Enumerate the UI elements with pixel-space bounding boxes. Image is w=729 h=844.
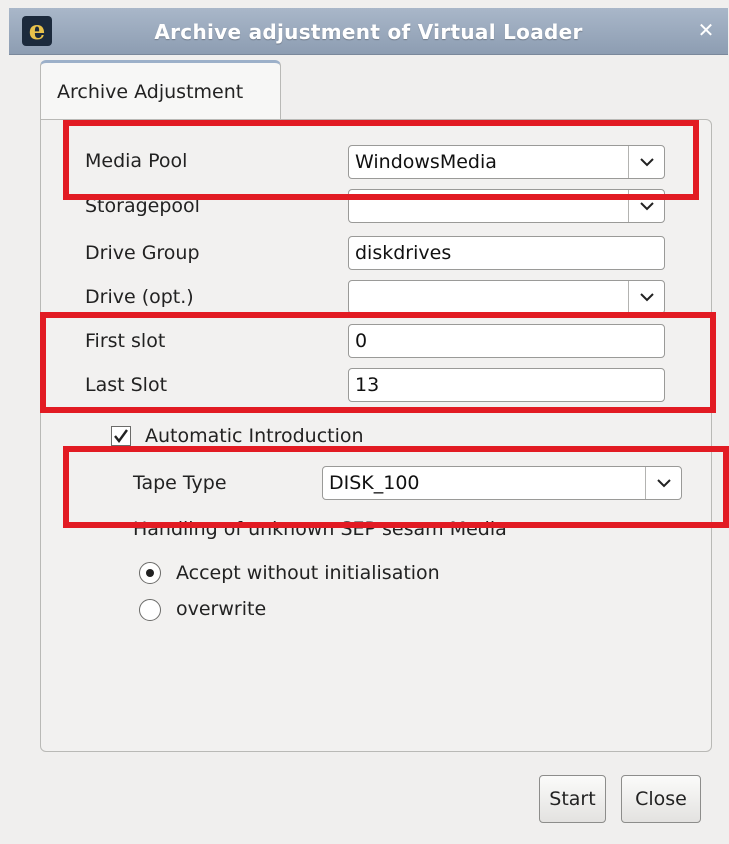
- checkmark-icon: [114, 429, 128, 443]
- automatic-introduction-checkbox[interactable]: [111, 426, 131, 446]
- media-pool-label: Media Pool: [85, 150, 188, 172]
- drive-group-label: Drive Group: [85, 242, 200, 264]
- first-slot-input[interactable]: 0: [348, 324, 665, 358]
- chevron-down-icon[interactable]: [628, 281, 664, 313]
- last-slot-input[interactable]: 13: [348, 368, 665, 402]
- storagepool-select[interactable]: [348, 189, 665, 223]
- radio-selected-dot: [146, 569, 154, 577]
- last-slot-label: Last Slot: [85, 374, 168, 396]
- unknown-media-label: Handling of unknown SEP sesam Media: [133, 518, 507, 540]
- tape-type-value: DISK_100: [329, 472, 420, 494]
- drive-label: Drive (opt.): [85, 286, 194, 308]
- tab-archive-adjustment[interactable]: Archive Adjustment: [40, 60, 281, 120]
- close-icon[interactable]: ✕: [694, 18, 718, 42]
- chevron-down-icon[interactable]: [628, 146, 664, 178]
- tape-type-label: Tape Type: [133, 472, 227, 494]
- title-bar: e Archive adjustment of Virtual Loader ✕: [9, 8, 728, 55]
- overwrite-radio[interactable]: [139, 599, 161, 621]
- automatic-introduction-label: Automatic Introduction: [145, 425, 364, 447]
- drive-group-input[interactable]: diskdrives: [348, 236, 665, 270]
- first-slot-label: First slot: [85, 330, 166, 352]
- tab-panel: Media Pool WindowsMedia Storagepool Driv…: [40, 119, 712, 752]
- chevron-down-icon[interactable]: [628, 190, 664, 222]
- media-pool-value: WindowsMedia: [355, 151, 497, 173]
- close-button[interactable]: Close: [621, 775, 701, 823]
- accept-without-initialisation-label: Accept without initialisation: [176, 562, 440, 584]
- tab-label: Archive Adjustment: [57, 81, 244, 103]
- storagepool-label: Storagepool: [85, 195, 200, 217]
- tape-type-select[interactable]: DISK_100: [322, 466, 682, 500]
- start-button[interactable]: Start: [539, 775, 606, 823]
- window-title: Archive adjustment of Virtual Loader: [154, 20, 583, 44]
- overwrite-label: overwrite: [176, 598, 267, 620]
- chevron-down-icon[interactable]: [645, 467, 681, 499]
- accept-without-initialisation-radio[interactable]: [139, 562, 161, 584]
- drive-select[interactable]: [348, 280, 665, 314]
- media-pool-select[interactable]: WindowsMedia: [348, 145, 665, 179]
